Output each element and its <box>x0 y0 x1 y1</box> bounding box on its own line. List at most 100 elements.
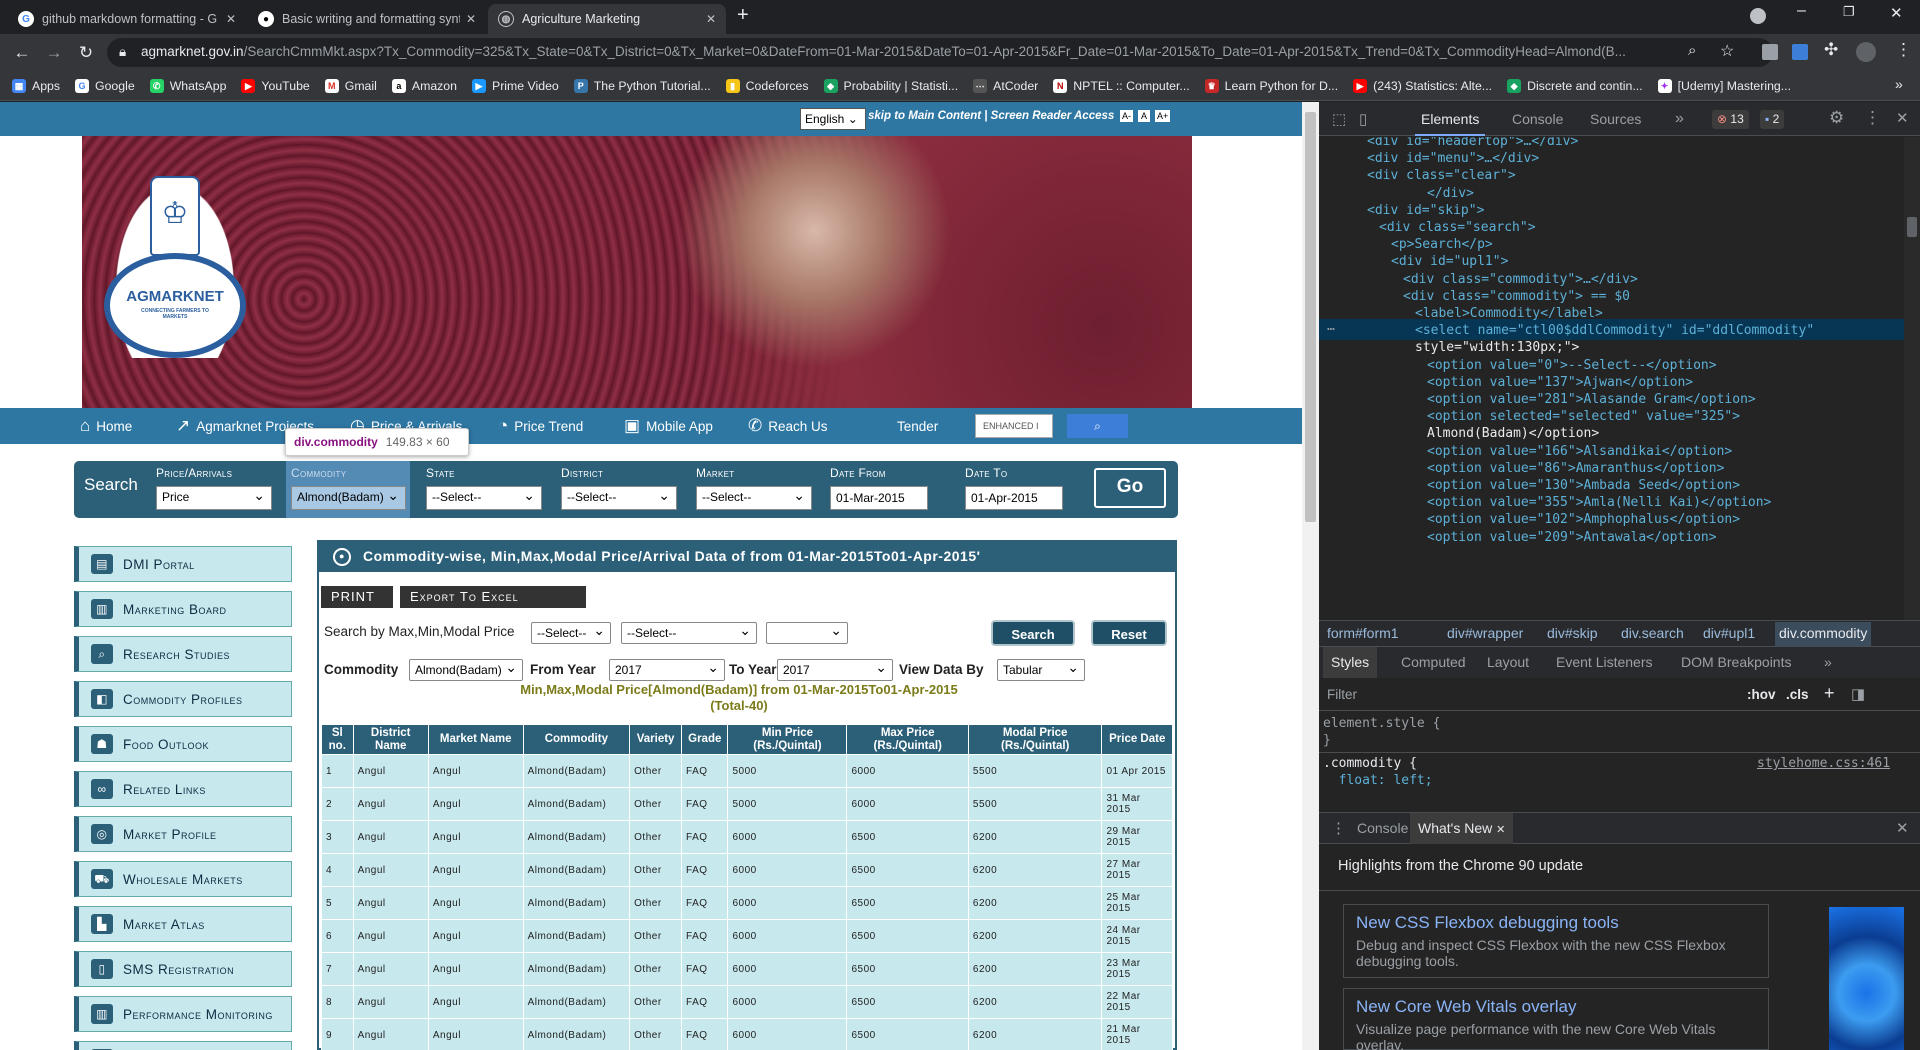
tab-styles[interactable]: Styles <box>1323 647 1378 678</box>
menu-kebab-icon[interactable]: ⋮ <box>1895 40 1912 60</box>
to-year-select[interactable]: 2017 <box>777 659 893 681</box>
view-by-select[interactable]: Tabular <box>997 659 1085 681</box>
drawer-tab-whats-new[interactable]: What's New ✕ <box>1410 813 1514 844</box>
tab-github-markdown[interactable]: G github markdown formatting - G ✕ <box>8 4 246 34</box>
crumb-form[interactable]: form#form1 <box>1327 625 1399 641</box>
bookmark-prime-video[interactable]: ▶ Prime Video <box>472 78 559 93</box>
more-tabs-icon[interactable]: » <box>1675 102 1684 136</box>
scrollbar-thumb[interactable] <box>1305 112 1316 522</box>
filter-input[interactable]: Filter <box>1327 687 1357 702</box>
bookmark-google[interactable]: G Google <box>75 78 135 93</box>
font-normal-button[interactable]: A <box>1138 110 1151 122</box>
new-tab-button[interactable]: + <box>737 4 749 27</box>
menu-mobile-app[interactable]: ▣ Mobile App <box>624 408 713 444</box>
commodity-select[interactable]: Almond(Badam) <box>291 486 406 510</box>
price-arrivals-select[interactable]: Price <box>156 486 272 510</box>
menu-reach-us[interactable]: ✆ Reach Us <box>748 408 828 444</box>
forward-icon[interactable]: → <box>38 43 70 63</box>
bookmark-probability[interactable]: ◆ Probability | Statisti... <box>823 78 958 93</box>
print-button[interactable]: PRINT <box>321 586 393 608</box>
date-to-input[interactable]: 01-Apr-2015 <box>965 486 1063 510</box>
sidebar-performance-monitoring[interactable]: ▥ Performance Monitoring <box>74 996 292 1032</box>
sidebar-market-profile[interactable]: ◎ Market Profile <box>74 816 292 852</box>
drawer-tab-console[interactable]: Console <box>1357 820 1408 836</box>
sidebar-sms-registration[interactable]: ▯ SMS Registration <box>74 951 292 987</box>
bookmark-statistics[interactable]: ▶ (243) Statistics: Alte... <box>1353 78 1492 93</box>
date-from-input[interactable]: 01-Mar-2015 <box>830 486 928 510</box>
close-tab-icon[interactable]: ✕ <box>706 12 716 26</box>
crumb-commodity[interactable]: div.commodity <box>1775 622 1872 646</box>
district-select[interactable]: --Select-- <box>561 486 677 510</box>
message-count-badge[interactable]: ▪ 2 <box>1760 110 1785 129</box>
bookmark-udemy[interactable]: ✦ [Udemy] Mastering... <box>1657 78 1791 93</box>
cls-toggle[interactable]: .cls <box>1786 687 1809 702</box>
dom-node-line[interactable]: <option value="209">Antawala</option> <box>1427 527 1717 548</box>
crumb-skip[interactable]: div#skip <box>1547 625 1598 641</box>
error-count-badge[interactable]: ⊗ 13 <box>1712 110 1749 129</box>
restore-window-button[interactable]: ❐ <box>1843 4 1855 20</box>
bookmark-star-icon[interactable]: ☆ <box>1720 41 1734 61</box>
tab-dom-breakpoints[interactable]: DOM Breakpoints <box>1681 647 1791 678</box>
puzzle-icon[interactable]: ✣ <box>1824 40 1838 60</box>
settings-gear-icon[interactable]: ⚙ <box>1829 108 1844 128</box>
inspect-element-icon[interactable]: ⬚ <box>1332 110 1346 128</box>
extension-icon[interactable] <box>1762 44 1778 60</box>
go-button[interactable]: Go <box>1094 468 1166 508</box>
bookmark-whatsapp[interactable]: ✆ WhatsApp <box>149 78 226 93</box>
zoom-icon[interactable]: ⌕ <box>1688 42 1696 59</box>
crumb-search[interactable]: div.search <box>1621 625 1684 641</box>
sidebar-marketing-board[interactable]: ▥ Marketing Board <box>74 591 292 627</box>
bookmark-codeforces[interactable]: ▮ Codeforces <box>725 78 809 93</box>
bookmark-apps[interactable]: ▦ Apps <box>12 78 60 93</box>
minimize-window-button[interactable]: – <box>1797 2 1806 20</box>
bookmark-gmail[interactable]: M Gmail <box>324 78 377 93</box>
sidebar-commodity-profiles[interactable]: ◧ Commodity Profiles <box>74 681 292 717</box>
dom-scrollbar[interactable] <box>1904 137 1920 620</box>
export-excel-button[interactable]: Export To Excel <box>400 586 586 608</box>
site-search-button[interactable]: ⌕ <box>1067 414 1128 438</box>
hov-toggle[interactable]: :hov <box>1747 687 1776 702</box>
tab-elements[interactable]: Elements <box>1415 102 1486 136</box>
drawer-menu-icon[interactable]: ⋮ <box>1331 819 1346 837</box>
close-window-button[interactable]: ✕ <box>1890 4 1903 22</box>
accessibility-links[interactable]: skip to Main Content | Screen Reader Acc… <box>868 110 1114 122</box>
close-drawer-icon[interactable]: ✕ <box>1896 819 1909 837</box>
sidebar-related-links[interactable]: ∞ Related Links <box>74 771 292 807</box>
new-rule-icon[interactable]: + <box>1824 683 1835 704</box>
market-select[interactable]: --Select-- <box>696 486 812 510</box>
back-icon[interactable]: ← <box>6 43 38 63</box>
feature-card[interactable]: New CSS Flexbox debugging tools Debug an… <box>1343 904 1769 978</box>
tab-layout[interactable]: Layout <box>1487 647 1529 678</box>
bookmark-learn-python[interactable]: ♛ Learn Python for D... <box>1204 78 1338 93</box>
font-decrease-button[interactable]: A- <box>1120 110 1133 122</box>
menu-price-trend[interactable]: ◔ Price Trend <box>498 408 583 444</box>
customize-kebab-icon[interactable]: ⋮ <box>1864 108 1881 128</box>
language-select[interactable]: English ⌄ <box>800 108 866 130</box>
site-search-input[interactable]: ENHANCED I <box>975 414 1053 438</box>
tab-basic-writing[interactable]: ● Basic writing and formatting synt ✕ <box>248 4 486 34</box>
crumb-wrapper[interactable]: div#wrapper <box>1447 625 1523 641</box>
font-increase-button[interactable]: A+ <box>1155 110 1171 122</box>
price-condition-select[interactable]: --Select-- <box>621 622 757 644</box>
tab-event-listeners[interactable]: Event Listeners <box>1556 647 1653 678</box>
page-scrollbar[interactable] <box>1302 102 1319 1050</box>
tab-sources[interactable]: Sources <box>1590 102 1641 136</box>
menu-tender[interactable]: Tender <box>897 408 938 444</box>
sidebar-research-studies[interactable]: ⌕ Research Studies <box>74 636 292 672</box>
more-bookmarks-icon[interactable]: » <box>1895 76 1903 92</box>
toggle-sidebar-icon[interactable]: ◨ <box>1851 685 1865 703</box>
sidebar-more[interactable]: ▪ <box>74 1041 292 1050</box>
sidebar-food-outlook[interactable]: ☗ Food Outlook <box>74 726 292 762</box>
tab-console[interactable]: Console <box>1512 102 1563 136</box>
feature-card[interactable]: New Core Web Vitals overlay Visualize pa… <box>1343 988 1769 1050</box>
close-tab-icon[interactable]: ✕ <box>226 12 236 26</box>
close-tab-icon[interactable]: ✕ <box>466 12 476 26</box>
commodity-filter-select[interactable]: Almond(Badam) <box>409 659 523 681</box>
price-type-select[interactable]: --Select-- <box>531 622 611 644</box>
bookmark-nptel[interactable]: N NPTEL :: Computer... <box>1053 78 1190 93</box>
state-select[interactable]: --Select-- <box>426 486 542 510</box>
bookmark-discrete[interactable]: ◆ Discrete and contin... <box>1507 78 1643 93</box>
price-value-input[interactable] <box>766 622 848 644</box>
scrollbar-thumb[interactable] <box>1907 217 1917 237</box>
sidebar-market-atlas[interactable]: ▙ Market Atlas <box>74 906 292 942</box>
